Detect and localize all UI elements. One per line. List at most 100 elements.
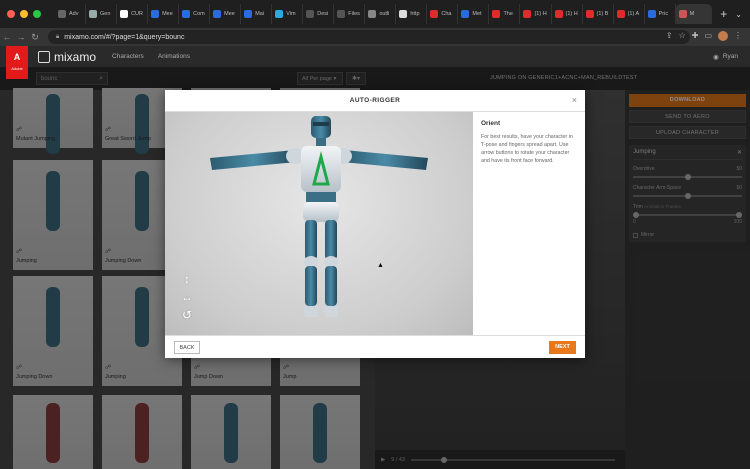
browser-tab[interactable]: Gen: [86, 4, 118, 24]
tab-label: Cha: [441, 11, 452, 17]
browser-tab[interactable]: outli: [365, 4, 397, 24]
tab-label: http: [410, 11, 420, 17]
minimize-window-button[interactable]: [20, 10, 28, 18]
forward-arrow-icon[interactable]: →: [14, 32, 28, 42]
step-title: Orient: [481, 120, 501, 127]
tab-label: (1) A: [627, 11, 640, 17]
window-controls: [7, 10, 41, 18]
tab-label: Vim: [286, 11, 296, 17]
browser-tab[interactable]: (1) A: [614, 4, 645, 24]
browser-tab[interactable]: Desi: [303, 4, 335, 24]
dialog-header: AUTO-RIGGER ×: [165, 90, 585, 112]
tab-favicon-icon: [678, 10, 687, 18]
tab-label: Mee: [224, 11, 235, 17]
sidebar-icon[interactable]: ▭: [704, 31, 712, 41]
tab-label: (1) B: [596, 11, 609, 17]
url-input[interactable]: 🔒︎ mixamo.com/#/?page=1&query=bounc: [48, 30, 690, 44]
mixamo-logo-text: mixamo: [54, 49, 97, 64]
rig-preview-stage[interactable]: ↕ ↔ ↺ ▲: [165, 112, 473, 335]
tab-label: Mee: [162, 11, 173, 17]
tab-favicon-icon: [554, 10, 563, 18]
tab-favicon-icon: [337, 10, 346, 18]
nav-animations[interactable]: Animations: [158, 53, 190, 60]
mixamo-logo[interactable]: mixamo: [38, 50, 96, 64]
tab-label: (1) H: [565, 11, 578, 17]
address-toolbar: ← → ↻ 🔒︎ mixamo.com/#/?page=1&query=boun…: [0, 28, 750, 46]
tab-label: Gen: [100, 11, 111, 17]
nav-characters[interactable]: Characters: [112, 53, 144, 60]
browser-tab[interactable]: Met: [458, 4, 490, 24]
browser-tab[interactable]: Cha: [427, 4, 459, 24]
tab-label: Adv: [69, 11, 79, 17]
browser-tab[interactable]: (1) H: [552, 4, 583, 24]
adobe-logo-letter: A: [13, 52, 21, 62]
user-menu[interactable]: ◉ Ryan: [713, 53, 738, 61]
profile-avatar[interactable]: [718, 31, 728, 41]
adobe-logo-text: Adobe: [11, 66, 23, 71]
rotate-icon[interactable]: ↺: [179, 308, 195, 322]
tab-label: The: [503, 11, 513, 17]
user-name: Ryan: [722, 53, 738, 60]
browser-tab[interactable]: Com: [179, 4, 211, 24]
browser-tab[interactable]: Mee: [148, 4, 180, 24]
new-tab-button[interactable]: +: [720, 7, 727, 21]
close-window-button[interactable]: [7, 10, 15, 18]
tab-favicon-icon: [585, 10, 594, 18]
tab-favicon-icon: [58, 10, 66, 18]
tab-favicon-icon: [523, 10, 532, 18]
tab-label: Mai: [255, 11, 265, 17]
tab-label: M: [689, 11, 695, 17]
browser-tab[interactable]: Mee: [210, 4, 242, 24]
tab-strip: Adv Gen CUR Mee Com Mee Mai Vim Desi Files outli ht…: [55, 3, 713, 25]
dialog-title: AUTO-RIGGER: [349, 97, 401, 104]
maximize-window-button[interactable]: [33, 10, 41, 18]
tab-favicon-icon: [616, 10, 625, 18]
close-icon[interactable]: ×: [572, 95, 577, 105]
auto-rigger-dialog: AUTO-RIGGER × ↕ ↔ ↺ ▲ Orient For best re…: [165, 90, 585, 358]
browser-tab[interactable]: (1) H: [520, 4, 552, 24]
adobe-logo[interactable]: A Adobe: [6, 46, 28, 79]
next-button[interactable]: NEXT: [549, 341, 576, 354]
browser-tab[interactable]: CUR: [117, 4, 149, 24]
tab-search-icon[interactable]: ⌄: [735, 10, 742, 19]
bookmark-star-icon[interactable]: ☆: [679, 31, 686, 41]
browser-tab[interactable]: Files: [334, 4, 366, 24]
main-nav: Characters Animations: [112, 53, 190, 60]
browser-tab-bar: Adv Gen CUR Mee Com Mee Mai Vim Desi Files outli ht…: [0, 0, 750, 28]
horizontal-move-icon[interactable]: ↔: [179, 290, 195, 304]
tab-favicon-icon: [182, 10, 191, 18]
dialog-footer: BACK NEXT: [165, 335, 585, 358]
tab-favicon-icon: [368, 10, 377, 18]
more-menu-icon[interactable]: ⋮: [734, 31, 742, 41]
browser-tab[interactable]: Adv: [55, 4, 87, 24]
tab-favicon-icon: [492, 10, 501, 18]
back-arrow-icon[interactable]: ←: [0, 32, 14, 42]
browser-tab[interactable]: Mai: [241, 4, 273, 24]
browser-tab[interactable]: (1) B: [583, 4, 614, 24]
browser-actions: ⇪ ☆ ✚ ▭ ⋮: [666, 31, 742, 41]
tab-label: Com: [193, 11, 205, 17]
tab-label: Files: [348, 11, 360, 17]
lock-icon: 🔒︎: [56, 33, 60, 40]
browser-tab[interactable]: The: [489, 4, 521, 24]
share-icon[interactable]: ⇪: [666, 31, 673, 41]
t-pose-character: [210, 116, 428, 317]
back-button[interactable]: BACK: [174, 341, 200, 354]
tab-label: Met: [472, 11, 482, 17]
tab-favicon-icon: [213, 10, 222, 18]
tab-label: Desi: [317, 11, 329, 17]
browser-tab[interactable]: http: [396, 4, 428, 24]
tab-favicon-icon: [275, 10, 284, 18]
tab-favicon-icon: [647, 10, 656, 18]
tab-label: outli: [379, 11, 390, 17]
url-text: mixamo.com/#/?page=1&query=bounc: [64, 33, 185, 41]
browser-tab[interactable]: M: [675, 4, 713, 24]
extensions-icon[interactable]: ✚: [692, 31, 699, 41]
browser-tab[interactable]: Vim: [272, 4, 304, 24]
tab-label: (1) H: [534, 11, 547, 17]
mixamo-icon: [38, 50, 50, 63]
browser-tab[interactable]: Pric: [645, 4, 676, 24]
reload-icon[interactable]: ↻: [28, 32, 42, 43]
mixamo-header: mixamo Characters Animations ◉ Ryan: [0, 46, 750, 68]
vertical-move-icon[interactable]: ↕: [179, 272, 195, 286]
